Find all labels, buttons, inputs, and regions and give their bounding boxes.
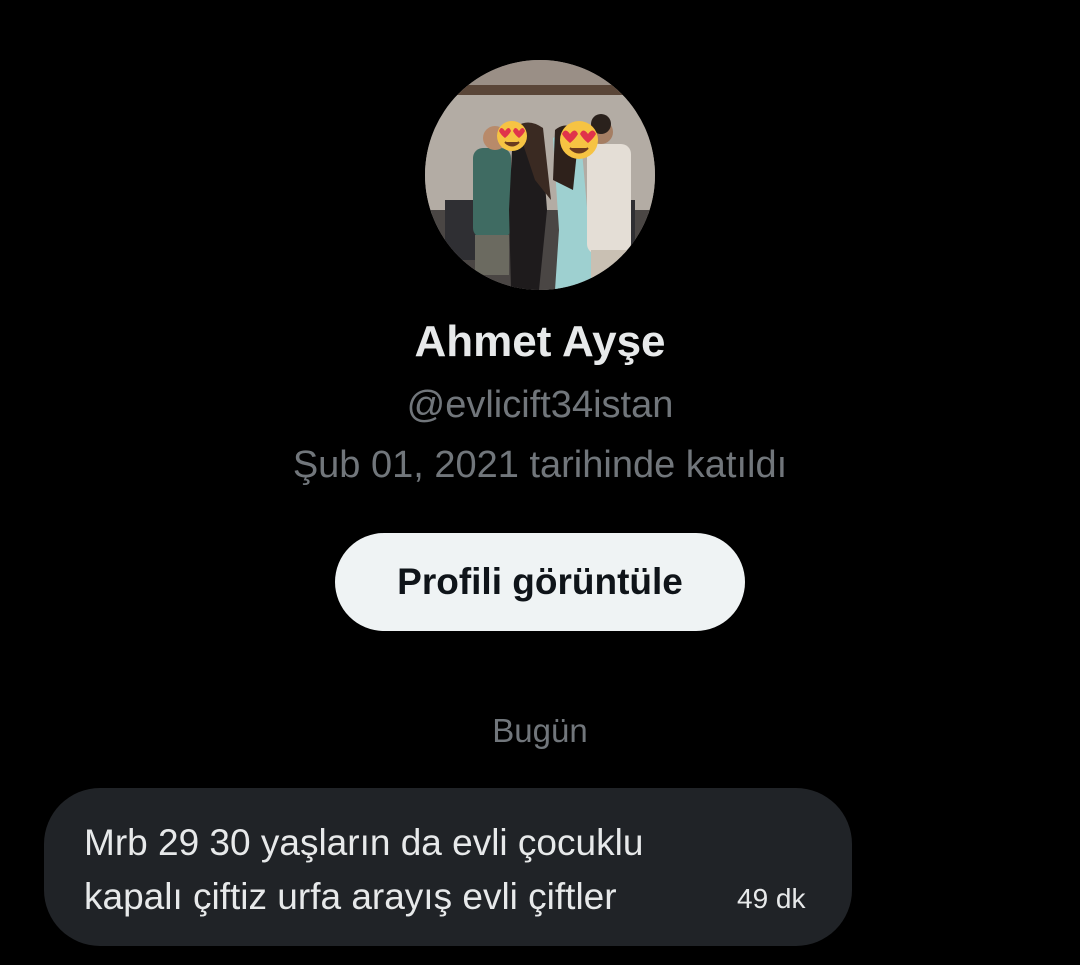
username-handle: @evlicift34istan [406,384,674,426]
heart-eyes-emoji-icon [560,121,598,159]
display-name: Ahmet Ayşe [414,317,666,366]
message-text: Mrb 29 30 yaşların da evli çocuklu kapal… [84,816,734,924]
message-line: kapalı çiftiz urfa arayış evli çiftler [84,876,617,917]
heart-eyes-emoji-icon [497,121,527,151]
message-bubble[interactable]: Mrb 29 30 yaşların da evli çocuklu kapal… [44,788,852,946]
message-line: Mrb 29 30 yaşların da evli çocuklu [84,822,644,863]
view-profile-button[interactable]: Profili görüntüle [335,533,745,631]
message-timestamp: 49 dk [737,883,806,914]
join-date: Şub 01, 2021 tarihinde katıldı [292,444,788,486]
day-separator: Bugün [492,712,588,749]
profile-avatar[interactable] [425,60,655,290]
